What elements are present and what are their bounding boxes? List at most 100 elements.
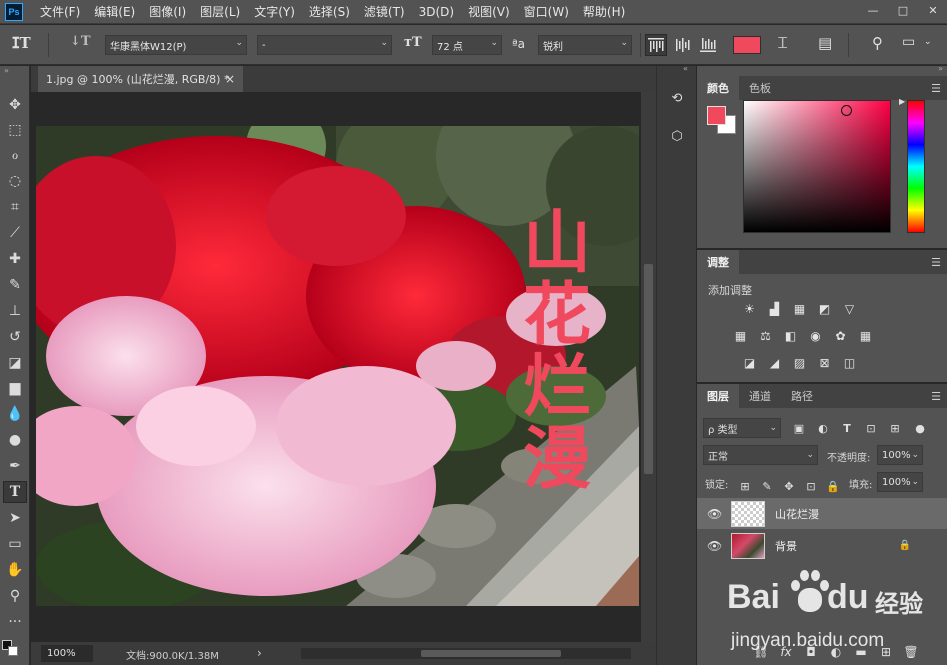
opacity-field[interactable]: 100% ⌄	[877, 445, 923, 465]
color-lookup-icon[interactable]: ▦	[857, 327, 874, 344]
lasso-tool-icon[interactable]: ℴ	[3, 144, 27, 166]
font-size-select[interactable]: 72 点 ⌄	[432, 35, 502, 55]
crop-tool-icon[interactable]: ⌗	[3, 196, 27, 218]
menu-3d[interactable]: 3D(D)	[419, 5, 454, 19]
align-top-button[interactable]	[645, 34, 667, 56]
menu-layer[interactable]: 图层(L)	[200, 3, 240, 20]
posterize-icon[interactable]: ◢	[766, 354, 783, 371]
layer-name[interactable]: 山花烂漫	[775, 506, 819, 522]
menu-filter[interactable]: 滤镜(T)	[364, 3, 405, 20]
adjustment-filter-icon[interactable]: ◐	[815, 420, 831, 436]
foreground-swatch[interactable]	[707, 106, 726, 125]
tab-adjustments[interactable]: 调整	[697, 250, 739, 274]
fill-field[interactable]: 100% ⌄	[877, 472, 923, 492]
tab-paths[interactable]: 路径	[781, 384, 823, 408]
lock-pixels-icon[interactable]: ✎	[759, 478, 775, 494]
3d-panel-icon[interactable]: ⬡	[665, 124, 689, 148]
history-brush-tool-icon[interactable]: ↺	[3, 326, 27, 348]
toggle-orientation-icon[interactable]: ↓T	[70, 34, 91, 49]
marquee-tool-icon[interactable]: ⬚	[3, 119, 27, 141]
gradient-tool-icon[interactable]: ▆	[3, 377, 27, 399]
selective-color-icon[interactable]: ◫	[841, 354, 858, 371]
more-tools-icon[interactable]: ···	[3, 611, 27, 633]
levels-icon[interactable]: ▟	[766, 300, 783, 317]
dodge-tool-icon[interactable]: ●	[3, 429, 27, 451]
tab-color[interactable]: 颜色	[697, 76, 739, 100]
exposure-icon[interactable]: ◩	[816, 300, 833, 317]
tab-swatches[interactable]: 色板	[739, 76, 781, 100]
warp-text-icon[interactable]: Ꮖ	[778, 34, 788, 52]
zoom-level-field[interactable]: 100%	[41, 645, 93, 662]
gradient-map-icon[interactable]: ⊠	[816, 354, 833, 371]
hand-tool-icon[interactable]: ✋	[3, 559, 27, 581]
scrollbar-thumb[interactable]	[421, 650, 561, 657]
channel-mixer-icon[interactable]: ✿	[832, 327, 849, 344]
collapse-icon[interactable]: »	[938, 64, 943, 73]
menu-window[interactable]: 窗口(W)	[524, 3, 569, 20]
color-balance-icon[interactable]: ⚖	[757, 327, 774, 344]
vertical-type-tool-icon[interactable]: ⵊT	[12, 34, 31, 52]
tab-layers[interactable]: 图层	[697, 384, 739, 408]
image-filter-icon[interactable]: ▣	[791, 420, 807, 436]
layer-name[interactable]: 背景	[775, 538, 797, 554]
eraser-tool-icon[interactable]: ◪	[3, 352, 27, 374]
rectangle-tool-icon[interactable]: ▭	[3, 533, 27, 555]
visibility-eye-icon[interactable]: 👁	[707, 507, 722, 521]
layer-row-background[interactable]: 👁 背景 🔒	[697, 530, 947, 561]
text-layer-overlay[interactable]: 山 花 烂 漫	[521, 208, 593, 496]
align-center-button[interactable]	[671, 34, 693, 56]
tab-channels[interactable]: 通道	[739, 384, 781, 408]
canvas-photo[interactable]: 山 花 烂 漫	[36, 126, 639, 606]
history-panel-icon[interactable]: ⟲	[665, 86, 689, 110]
search-icon[interactable]: ⚲	[872, 34, 883, 52]
shape-filter-icon[interactable]: ⊡	[863, 420, 879, 436]
close-button[interactable]: ✕	[925, 3, 941, 17]
vertical-scrollbar[interactable]	[641, 92, 656, 642]
menu-select[interactable]: 选择(S)	[309, 3, 350, 20]
blend-mode-select[interactable]: 正常 ⌄	[703, 445, 818, 465]
healing-brush-tool-icon[interactable]: ✚	[3, 248, 27, 270]
document-tab[interactable]: 1.jpg @ 100% (山花烂漫, RGB/8) * ×	[38, 66, 243, 92]
font-family-select[interactable]: 华康黑体W12(P) ⌄	[105, 35, 247, 55]
canvas-area[interactable]: 山 花 烂 漫	[31, 92, 641, 642]
color-picker-cursor[interactable]	[841, 105, 852, 116]
menu-help[interactable]: 帮助(H)	[583, 3, 625, 20]
lock-transparency-icon[interactable]: ⊞	[737, 478, 753, 494]
type-filter-icon[interactable]: T	[839, 420, 855, 436]
blur-tool-icon[interactable]: 💧	[3, 403, 27, 425]
horizontal-scrollbar[interactable]	[301, 648, 631, 659]
minimize-button[interactable]: —	[865, 3, 881, 17]
menu-image[interactable]: 图像(I)	[149, 3, 186, 20]
background-color-swatch[interactable]	[8, 646, 18, 656]
type-tool-icon[interactable]: T	[3, 481, 27, 503]
hue-slider[interactable]	[907, 100, 925, 233]
menu-edit[interactable]: 编辑(E)	[94, 3, 135, 20]
hue-saturation-icon[interactable]: ▦	[732, 327, 749, 344]
curves-icon[interactable]: ▦	[791, 300, 808, 317]
pen-tool-icon[interactable]: ✒	[3, 455, 27, 477]
vibrance-icon[interactable]: ▽	[841, 300, 858, 317]
quick-select-tool-icon[interactable]: ◌	[3, 170, 27, 192]
chevron-right-icon[interactable]: ›	[257, 646, 262, 660]
photo-filter-icon[interactable]: ◉	[807, 327, 824, 344]
brush-tool-icon[interactable]: ✎	[3, 274, 27, 296]
panel-menu-icon[interactable]: ☰	[931, 256, 941, 269]
collapse-icon[interactable]: «	[683, 64, 688, 73]
text-color-swatch[interactable]	[733, 36, 761, 54]
lock-position-icon[interactable]: ✥	[781, 478, 797, 494]
eyedropper-tool-icon[interactable]: ⟋	[3, 222, 27, 244]
workspace-icon[interactable]: ▭	[902, 34, 915, 50]
path-select-tool-icon[interactable]: ➤	[3, 507, 27, 529]
filter-toggle-icon[interactable]: ●	[912, 420, 928, 436]
invert-icon[interactable]: ◪	[741, 354, 758, 371]
color-field[interactable]	[743, 100, 891, 233]
panel-menu-icon[interactable]: ☰	[931, 390, 941, 403]
menu-file[interactable]: 文件(F)	[40, 3, 80, 20]
move-tool-icon[interactable]: ✥	[3, 94, 27, 116]
scrollbar-thumb[interactable]	[644, 264, 653, 474]
smart-object-filter-icon[interactable]: ⊞	[887, 420, 903, 436]
close-tab-icon[interactable]: ×	[225, 72, 235, 86]
collapse-icon[interactable]: »	[4, 66, 9, 75]
brightness-icon[interactable]: ☀	[741, 300, 758, 317]
layer-filter-select[interactable]: ρ 类型 ⌄	[703, 418, 781, 438]
